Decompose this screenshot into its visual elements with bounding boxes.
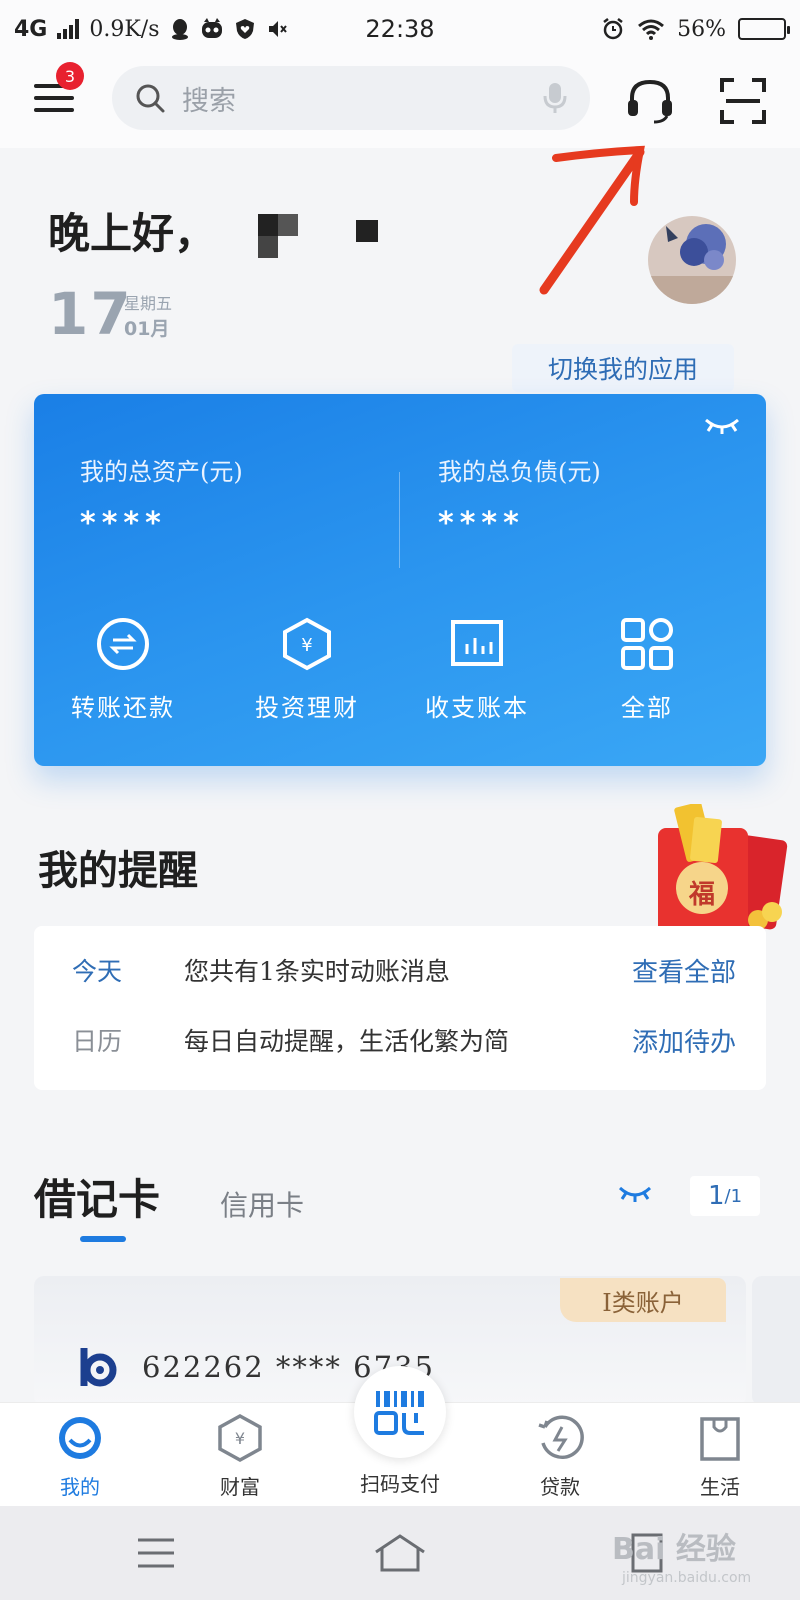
top-bar: 3 搜索 (0, 58, 800, 148)
quick-ledger[interactable]: 收支账本 (392, 616, 562, 723)
active-tab-indicator (80, 1236, 126, 1242)
reminder-tag: 日历 (72, 1027, 123, 1056)
invest-icon: ¥ (283, 617, 331, 671)
reminder-card: 今天 您共有1条实时动账消息 查看全部 日历 每日自动提醒，生活化繁为简 添加待… (34, 926, 766, 1090)
red-envelope-graphic (658, 802, 788, 936)
loan-icon (538, 1415, 584, 1460)
page-current: 1 (707, 1181, 725, 1211)
quick-action-label: 转账还款 (71, 694, 175, 722)
tab-credit-card[interactable]: 信用卡 (220, 1184, 304, 1224)
my-icon (59, 1417, 101, 1459)
search-input[interactable]: 搜索 (112, 66, 590, 130)
svg-text:¥: ¥ (235, 1429, 245, 1448)
switch-my-apps-button[interactable]: 切换我的应用 (512, 344, 734, 392)
battery-percent: 56% (677, 16, 726, 42)
quick-action-label: 投资理财 (255, 694, 359, 722)
lucky-red-envelope[interactable]: 福 (656, 802, 788, 944)
shield-heart-icon (235, 19, 254, 39)
watermark-brand: Bai 经验 (612, 1532, 736, 1567)
customer-service-icon[interactable] (624, 76, 676, 126)
date-weekday: 星期五 (124, 294, 173, 313)
scan-pay-label: 扫码支付 (360, 1472, 440, 1496)
wifi-icon (638, 19, 665, 40)
alarm-icon (603, 18, 623, 40)
reminders-title: 我的提醒 (38, 847, 198, 894)
ledger-icon (451, 620, 503, 666)
bank-logo-icon (80, 1348, 117, 1387)
hide-eye-icon[interactable] (704, 414, 740, 436)
menu-badge: 3 (56, 62, 84, 90)
avatar-image (648, 216, 736, 304)
battery-icon (738, 18, 790, 40)
asset-divider (399, 472, 400, 568)
nav-label: 贷款 (540, 1475, 580, 1499)
scan-icon[interactable] (718, 76, 768, 126)
nav-label: 生活 (700, 1475, 740, 1499)
quick-all[interactable]: 全部 (562, 616, 732, 723)
account-type-badge: Ⅰ类账户 (560, 1278, 726, 1322)
date-day: 17 (48, 280, 133, 348)
scan-pay-button[interactable] (354, 1366, 446, 1458)
total-liabilities-label: 我的总负债(元) (438, 458, 601, 486)
greeting-text: 晚上好， (48, 209, 217, 258)
card-hide-eye-icon[interactable] (618, 1182, 652, 1204)
signal-icon (57, 19, 80, 39)
transfer-icon (97, 618, 149, 670)
nav-life[interactable]: 生活 (660, 1413, 780, 1500)
microphone-icon[interactable] (542, 81, 568, 115)
nav-label: 财富 (220, 1475, 260, 1499)
search-placeholder: 搜索 (182, 85, 236, 117)
system-menu-icon[interactable] (136, 1536, 176, 1570)
mute-icon (268, 21, 287, 37)
menu-line (34, 96, 74, 100)
total-assets-label: 我的总资产(元) (80, 458, 243, 486)
system-home-icon[interactable] (372, 1532, 428, 1574)
scan-pay-icon (374, 1391, 424, 1435)
nav-my[interactable]: 我的 (20, 1413, 140, 1500)
reminder-text: 您共有1条实时动账消息 (184, 957, 450, 986)
qq-icon (171, 19, 188, 40)
app-face-icon (201, 18, 222, 38)
total-assets-value[interactable]: **** (80, 506, 167, 541)
reminder-row-today[interactable]: 今天 您共有1条实时动账消息 查看全部 (34, 942, 766, 998)
date-month: 01月 (124, 318, 170, 340)
quick-invest[interactable]: ¥ 投资理财 (222, 616, 392, 723)
next-card-peek[interactable] (752, 1276, 800, 1406)
total-liabilities-value[interactable]: **** (438, 506, 525, 541)
nav-loan[interactable]: 贷款 (500, 1413, 620, 1500)
network-speed: 0.9K/s (89, 16, 160, 42)
avatar[interactable] (648, 216, 736, 304)
card-page-indicator: 1/1 (690, 1176, 760, 1216)
quick-action-label: 收支账本 (425, 694, 529, 722)
all-apps-icon (621, 618, 673, 670)
life-icon (700, 1417, 740, 1461)
wealth-icon: ¥ (218, 1414, 262, 1462)
page-total: /1 (724, 1185, 743, 1207)
status-bar: 4G 0.9K/s 22:38 56% (0, 0, 800, 58)
svg-text:¥: ¥ (301, 635, 312, 656)
search-icon (136, 84, 165, 113)
nav-wealth[interactable]: ¥ 财富 (180, 1413, 300, 1500)
menu-line (34, 108, 74, 112)
watermark-url: jingyan.baidu.com (622, 1570, 752, 1586)
network-type: 4G (14, 16, 48, 42)
add-todo-link[interactable]: 添加待办 (632, 1022, 736, 1059)
view-all-link[interactable]: 查看全部 (632, 952, 736, 989)
reminder-text: 每日自动提醒，生活化繁为简 (184, 1027, 510, 1056)
reminder-row-calendar[interactable]: 日历 每日自动提醒，生活化繁为简 添加待办 (34, 1012, 766, 1068)
quick-transfer[interactable]: 转账还款 (38, 616, 208, 723)
fortune-char: 福 (688, 880, 715, 910)
annotation-arrow (539, 145, 645, 295)
status-left: 4G 0.9K/s (14, 17, 288, 42)
masked-name (258, 214, 298, 258)
reminder-tag: 今天 (72, 957, 123, 986)
masked-name-part (356, 220, 378, 242)
tab-debit-card[interactable]: 借记卡 (34, 1166, 160, 1227)
asset-card: 我的总资产(元) **** 我的总负债(元) **** 转账还款 ¥ 投资理财 … (34, 394, 766, 766)
quick-action-label: 全部 (621, 694, 673, 722)
status-right: 56% (601, 16, 790, 42)
nav-label: 我的 (60, 1475, 100, 1499)
